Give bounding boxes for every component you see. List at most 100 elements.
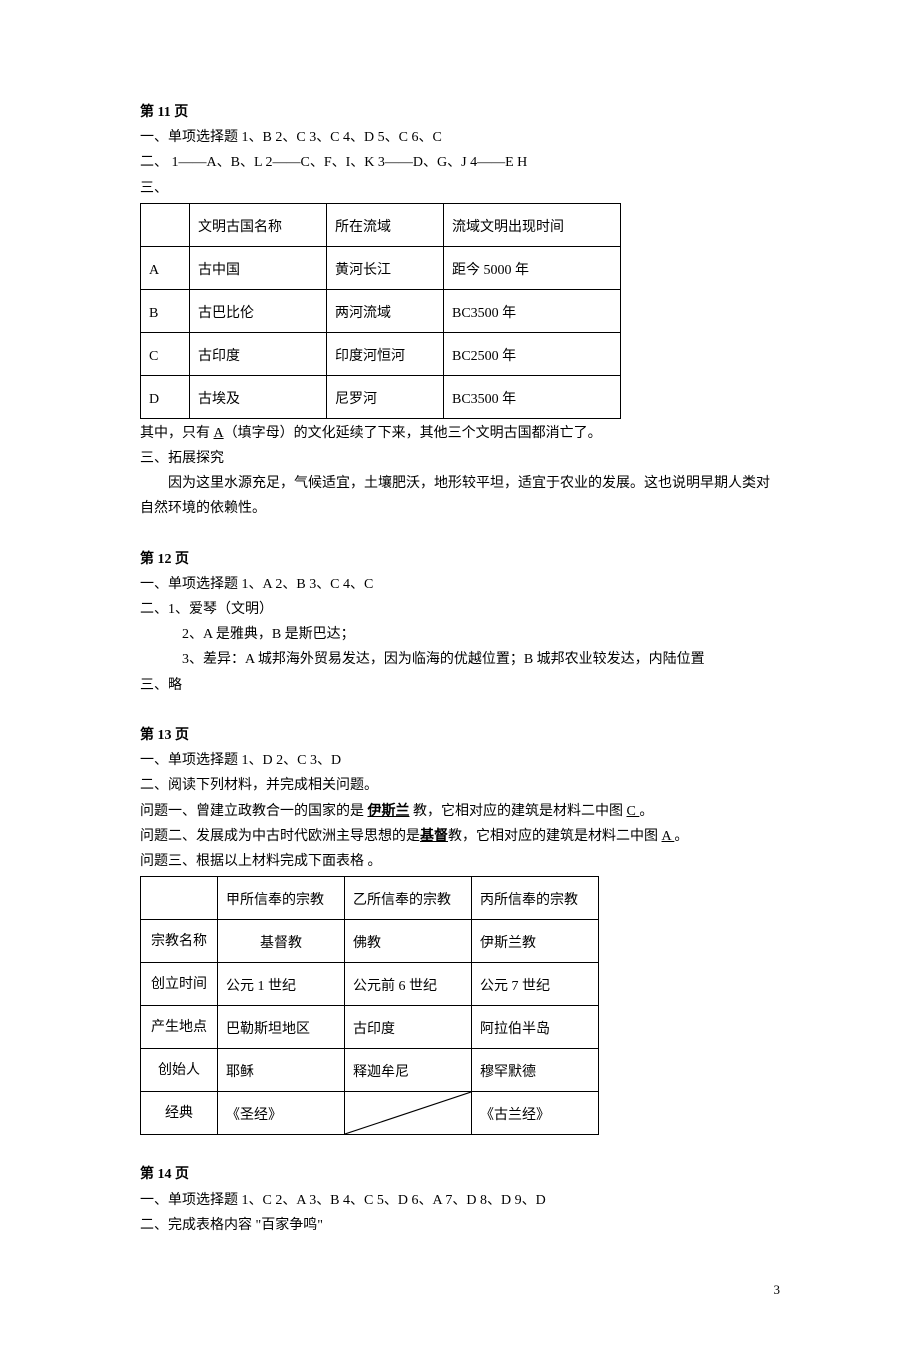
page11-after-table-2: 三、拓展探究	[140, 446, 780, 471]
mc-item: 7、D	[445, 1193, 476, 1208]
text: 问题一、曾建立政教合一的国家的是	[140, 804, 368, 819]
page11-mc-line: 一、单项选择题 1、B 2、C 3、C 4、D 5、C 6、C	[140, 125, 780, 150]
page13-table: 甲所信奉的宗教 乙所信奉的宗教 丙所信奉的宗教 宗教名称 基督教 佛教 伊斯兰教…	[140, 876, 599, 1135]
page13-q3: 问题三、根据以上材料完成下面表格 。	[140, 849, 780, 874]
td: 宗教名称	[141, 920, 218, 963]
page12-line2: 二、1、爱琴（文明）	[140, 597, 780, 622]
table-header-row: 甲所信奉的宗教 乙所信奉的宗教 丙所信奉的宗教	[141, 877, 599, 920]
table-row: D 古埃及 尼罗河 BC3500 年	[141, 375, 621, 418]
th	[141, 203, 190, 246]
td: 巴勒斯坦地区	[218, 1006, 345, 1049]
td: D	[141, 375, 190, 418]
td: 经典	[141, 1092, 218, 1135]
th: 乙所信奉的宗教	[345, 877, 472, 920]
page11-after-table-3: 因为这里水源充足，气候适宜，土壤肥沃，地形较平坦，适宜于农业的发展。这也说明早期…	[140, 471, 780, 521]
mc-item: 1、A	[242, 577, 272, 592]
fill-blank: 基督	[420, 829, 448, 844]
mc-item: 2、B	[275, 577, 305, 592]
mc-item: 3、D	[310, 753, 341, 768]
mc-item: 4、C	[343, 1193, 373, 1208]
table-row: C 古印度 印度河恒河 BC2500 年	[141, 332, 621, 375]
match-item: 4——E H	[470, 155, 527, 170]
td: 古印度	[345, 1006, 472, 1049]
diagonal-line-icon	[345, 1092, 471, 1134]
td: 公元前 6 世纪	[345, 963, 472, 1006]
td: 阿拉伯半岛	[472, 1006, 599, 1049]
td: 创立时间	[141, 963, 218, 1006]
td: 《古兰经》	[472, 1092, 599, 1135]
th: 甲所信奉的宗教	[218, 877, 345, 920]
th	[141, 877, 218, 920]
td: 公元 7 世纪	[472, 963, 599, 1006]
th: 流域文明出现时间	[444, 203, 621, 246]
fill-blank: A	[214, 426, 224, 441]
mc-item: 3、C	[309, 577, 339, 592]
fill-blank: 伊斯兰	[368, 804, 410, 819]
text: 教，它相对应的建筑是材料二中图	[448, 829, 662, 844]
td: 产生地点	[141, 1006, 218, 1049]
td: 尼罗河	[327, 375, 444, 418]
diagonal-cell	[345, 1092, 472, 1135]
mc-item: 2、A	[275, 1193, 305, 1208]
td: 古中国	[190, 246, 327, 289]
td: 佛教	[345, 920, 472, 963]
table-row: 宗教名称 基督教 佛教 伊斯兰教	[141, 920, 599, 963]
table-row: 创立时间 公元 1 世纪 公元前 6 世纪 公元 7 世纪	[141, 963, 599, 1006]
page-number: 3	[140, 1278, 780, 1301]
td: 耶稣	[218, 1049, 345, 1092]
fill-blank: A	[662, 829, 675, 844]
td: 《圣经》	[218, 1092, 345, 1135]
mc-prefix: 一、单项选择题	[140, 1193, 238, 1208]
mc-item: 4、C	[343, 577, 373, 592]
mc-item: 9、D	[515, 1193, 546, 1208]
text: 。	[674, 829, 688, 844]
page11-after-table-1: 其中，只有 A（填字母）的文化延续了下来，其他三个文明古国都消亡了。	[140, 421, 780, 446]
td: 公元 1 世纪	[218, 963, 345, 1006]
mc-prefix: 一、单项选择题	[140, 577, 238, 592]
page13-q2: 问题二、发展成为中古时代欧洲主导思想的是基督教，它相对应的建筑是材料二中图 A …	[140, 824, 780, 849]
table-row: B 古巴比伦 两河流域 BC3500 年	[141, 289, 621, 332]
th: 文明古国名称	[190, 203, 327, 246]
mc-item: 2、C	[276, 753, 306, 768]
td: 印度河恒河	[327, 332, 444, 375]
page13-heading: 第 13 页	[140, 723, 780, 748]
page11-match-line: 二、 1——A、B、L 2——C、F、I、K 3——D、G、J 4——E H	[140, 150, 780, 175]
td: 古埃及	[190, 375, 327, 418]
page11-heading: 第 11 页	[140, 100, 780, 125]
td: 两河流域	[327, 289, 444, 332]
td: 古印度	[190, 332, 327, 375]
table-row: 创始人 耶稣 释迦牟尼 穆罕默德	[141, 1049, 599, 1092]
page11-table: 文明古国名称 所在流域 流域文明出现时间 A 古中国 黄河长江 距今 5000 …	[140, 203, 621, 419]
mc-item: 6、A	[412, 1193, 442, 1208]
mc-prefix: 一、单项选择题	[140, 130, 238, 145]
td: 伊斯兰教	[472, 920, 599, 963]
page12-line5: 三、略	[140, 673, 780, 698]
text: 教，它相对应的建筑是材料二中图	[410, 804, 627, 819]
td: 距今 5000 年	[444, 246, 621, 289]
th: 所在流域	[327, 203, 444, 246]
page11-section3: 三、	[140, 176, 780, 201]
page13-line2: 二、阅读下列材料，并完成相关问题。	[140, 773, 780, 798]
td: BC3500 年	[444, 289, 621, 332]
td: 黄河长江	[327, 246, 444, 289]
mc-item: 5、C	[378, 130, 408, 145]
mc-item: 2、C	[275, 130, 305, 145]
match-prefix: 二、	[140, 155, 168, 170]
td: A	[141, 246, 190, 289]
table-header-row: 文明古国名称 所在流域 流域文明出现时间	[141, 203, 621, 246]
mc-item: 4、D	[343, 130, 374, 145]
td: 穆罕默德	[472, 1049, 599, 1092]
match-item: 3——D、G、J	[378, 155, 467, 170]
mc-item: 3、B	[309, 1193, 339, 1208]
page12-mc-line: 一、单项选择题 1、A 2、B 3、C 4、C	[140, 572, 780, 597]
td: BC3500 年	[444, 375, 621, 418]
page13-mc-line: 一、单项选择题 1、D 2、C 3、D	[140, 748, 780, 773]
page12-line4: 3、差异：A 城邦海外贸易发达，因为临海的优越位置；B 城邦农业较发达，内陆位置	[140, 647, 780, 672]
td: B	[141, 289, 190, 332]
page14-mc-line: 一、单项选择题 1、C 2、A 3、B 4、C 5、D 6、A 7、D 8、D …	[140, 1188, 780, 1213]
match-item: 1——A、B、L	[172, 155, 262, 170]
page12-line3: 2、A 是雅典，B 是斯巴达；	[140, 622, 780, 647]
table-row: 产生地点 巴勒斯坦地区 古印度 阿拉伯半岛	[141, 1006, 599, 1049]
td: BC2500 年	[444, 332, 621, 375]
text: （填字母）的文化延续了下来，其他三个文明古国都消亡了。	[224, 426, 602, 441]
